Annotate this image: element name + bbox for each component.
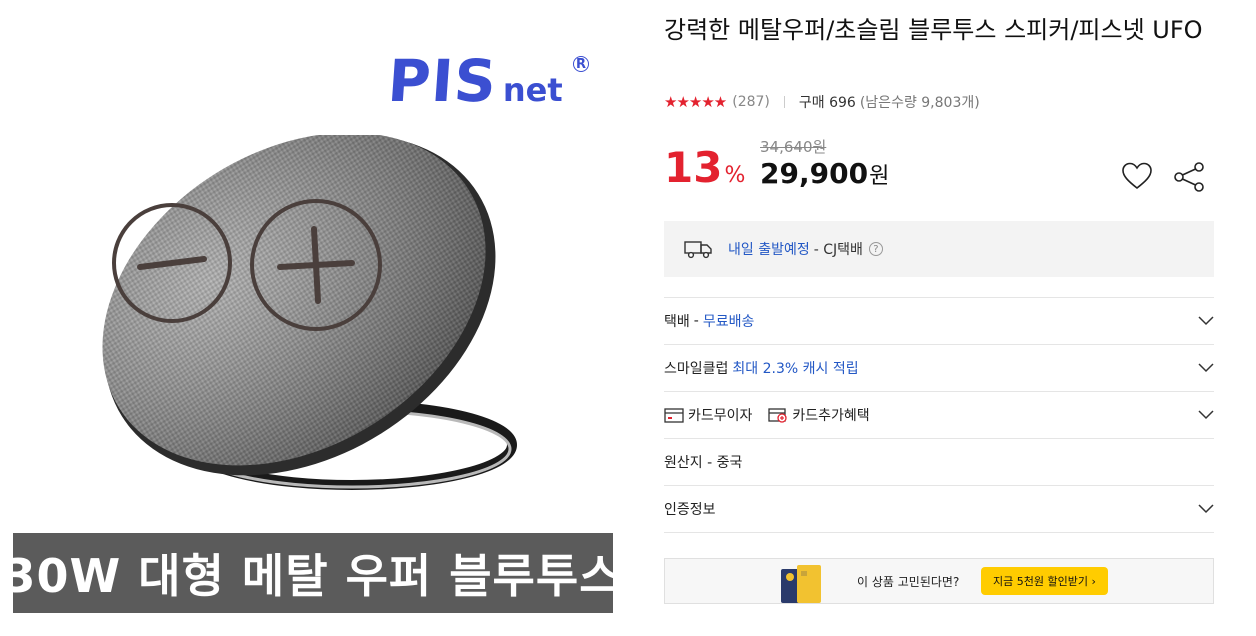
smile-club-row[interactable]: 스마일클럽 최대 2.3% 캐시 적립 xyxy=(664,345,1214,392)
card-benefit[interactable]: 카드추가혜택 xyxy=(768,405,870,425)
product-detail-rows: 택배 - 무료배송 스마일클럽 최대 2.3% 캐시 적립 카드무이자 카드추가… xyxy=(664,297,1214,533)
shipping-schedule: 내일 출발예정 xyxy=(728,242,810,258)
smile-club-label: 스마일클럽 xyxy=(664,361,729,377)
original-price: 34,640원 xyxy=(760,138,827,156)
card-installment[interactable]: 카드무이자 xyxy=(664,405,752,425)
discount-rate: 13% xyxy=(664,142,745,202)
sale-price-unit: 원 xyxy=(869,164,890,189)
discount-unit: % xyxy=(724,163,746,188)
origin-label: 원산지 - 중국 xyxy=(664,455,743,471)
product-title: 강력한 메탈우퍼/초슬림 블루투스 스피커/피스넷 UFO xyxy=(664,16,1203,44)
star-rating[interactable]: ★★★★★ xyxy=(664,93,727,111)
coupon-banner[interactable]: 이 상품 고민된다면? 지금 5천원 할인받기 › xyxy=(664,558,1214,604)
card-icon xyxy=(664,407,684,423)
credit-card-icon xyxy=(781,565,821,603)
sale-price-value: 29,900 xyxy=(760,157,869,190)
chevron-down-icon xyxy=(1198,410,1214,420)
shipping-carrier: - CJ택배 xyxy=(813,242,863,258)
divider xyxy=(783,96,785,108)
smile-club-value: 최대 2.3% 캐시 적립 xyxy=(732,361,859,377)
card-benefit-label: 카드추가혜택 xyxy=(792,408,870,424)
certification-label: 인증정보 xyxy=(664,502,716,518)
image-caption: 30W 대형 메탈 우퍼 블루투스 xyxy=(3,549,623,603)
truck-icon xyxy=(684,241,712,259)
delivery-value: 무료배송 xyxy=(702,314,755,330)
speaker-product-image xyxy=(102,135,517,490)
coupon-button[interactable]: 지금 5천원 할인받기 › xyxy=(981,567,1108,595)
card-benefits-row[interactable]: 카드무이자 카드추가혜택 xyxy=(664,392,1214,439)
card-plus-icon xyxy=(768,407,788,423)
shipping-info-box: 내일 출발예정 - CJ택배 ? xyxy=(664,221,1214,277)
coupon-banner-text: 이 상품 고민된다면? xyxy=(857,575,960,589)
certification-row[interactable]: 인증정보 xyxy=(664,486,1214,533)
registered-mark: R xyxy=(573,56,589,72)
chevron-down-icon xyxy=(1198,363,1214,373)
purchase-count: 구매 696 xyxy=(798,95,856,111)
share-icon xyxy=(1174,162,1204,192)
sale-price: 29,900원 xyxy=(760,156,889,195)
discount-value: 13 xyxy=(664,143,723,192)
brand-logo-main: PIS xyxy=(385,47,500,115)
brand-logo: PIS net R xyxy=(385,47,589,115)
help-icon[interactable]: ? xyxy=(868,242,883,256)
origin-row: 원산지 - 중국 xyxy=(664,439,1214,486)
remaining-stock: (남은수량 9,803개) xyxy=(859,95,980,111)
delivery-label: 택배 xyxy=(664,314,690,330)
image-caption-band: 30W 대형 메탈 우퍼 블루투스 xyxy=(4,533,622,613)
heart-icon xyxy=(1122,162,1152,190)
brand-logo-suffix: net xyxy=(502,71,563,109)
wishlist-button[interactable] xyxy=(1120,160,1154,192)
review-count[interactable]: (287) xyxy=(732,94,770,110)
product-image-area: PIS net R 30W 대형 메탈 우퍼 블루투스 xyxy=(0,0,640,636)
rating-row: ★★★★★ (287) 구매 696 (남은수량 9,803개) xyxy=(664,92,980,112)
delivery-fee-row[interactable]: 택배 - 무료배송 xyxy=(664,298,1214,345)
chevron-down-icon xyxy=(1198,316,1214,326)
share-button[interactable] xyxy=(1172,160,1206,194)
delivery-dash: - xyxy=(693,313,699,329)
chevron-down-icon xyxy=(1198,504,1214,514)
card-installment-label: 카드무이자 xyxy=(688,408,753,424)
